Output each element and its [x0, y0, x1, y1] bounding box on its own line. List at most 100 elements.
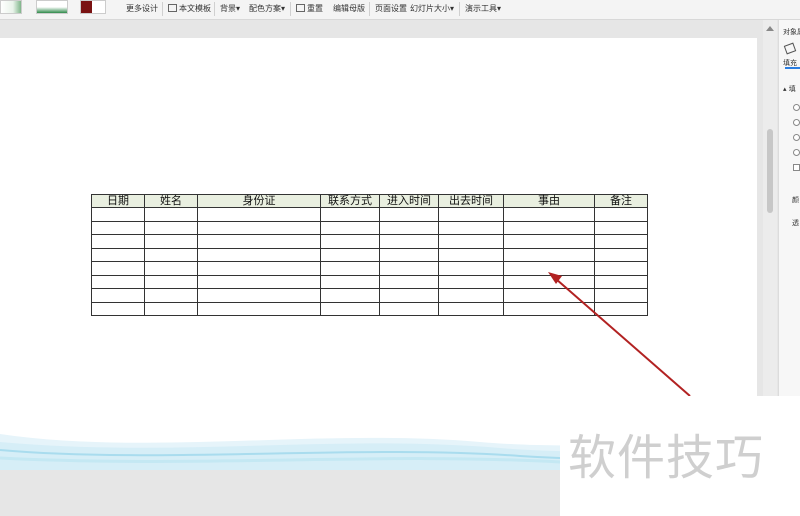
edit-master-button[interactable]: 编辑母版	[333, 4, 365, 14]
slide-size-label: 幻灯片大小	[410, 4, 450, 13]
fill-option-radio-4[interactable]	[793, 149, 800, 156]
header-name[interactable]: 姓名	[144, 194, 198, 208]
table-cell[interactable]	[438, 220, 504, 235]
table-cell[interactable]	[320, 220, 380, 235]
table-cell[interactable]	[379, 274, 439, 289]
table-cell[interactable]	[91, 274, 145, 289]
text-template-button[interactable]: 本文模板	[168, 4, 211, 14]
table-cell[interactable]	[144, 261, 198, 276]
table-cell[interactable]	[594, 247, 648, 262]
scrollbar-thumb[interactable]	[767, 129, 773, 213]
table-cell[interactable]	[438, 207, 504, 222]
slide-size-button[interactable]: 幻灯片大小▾	[410, 4, 454, 14]
toolbar-separator	[162, 2, 163, 16]
table-cell[interactable]	[594, 261, 648, 276]
table-cell[interactable]	[197, 288, 321, 303]
table-cell[interactable]	[438, 288, 504, 303]
header-reason[interactable]: 事由	[503, 194, 595, 208]
table-cell[interactable]	[144, 234, 198, 249]
table-cell[interactable]	[197, 247, 321, 262]
table-cell[interactable]	[379, 220, 439, 235]
table-cell[interactable]	[197, 234, 321, 249]
fill-bucket-icon[interactable]	[783, 42, 797, 55]
table-cell[interactable]	[144, 288, 198, 303]
table-cell[interactable]	[503, 220, 595, 235]
table-cell[interactable]	[320, 261, 380, 276]
table-cell[interactable]	[144, 274, 198, 289]
table-cell[interactable]	[379, 234, 439, 249]
table-cell[interactable]	[379, 261, 439, 276]
table-cell[interactable]	[594, 207, 648, 222]
table-cell[interactable]	[320, 301, 380, 316]
table-cell[interactable]	[438, 274, 504, 289]
table-cell[interactable]	[594, 234, 648, 249]
table-cell[interactable]	[438, 247, 504, 262]
table-cell[interactable]	[503, 207, 595, 222]
reset-icon	[296, 4, 305, 12]
table-cell[interactable]	[197, 207, 321, 222]
table-cell[interactable]	[438, 234, 504, 249]
table-cell[interactable]	[379, 247, 439, 262]
table-body	[91, 207, 648, 316]
table-cell[interactable]	[594, 288, 648, 303]
table-cell[interactable]	[91, 261, 145, 276]
table-cell[interactable]	[91, 288, 145, 303]
present-tools-button[interactable]: 演示工具▾	[465, 4, 501, 14]
table-cell[interactable]	[144, 220, 198, 235]
table-cell[interactable]	[91, 247, 145, 262]
table-cell[interactable]	[379, 301, 439, 316]
header-contact[interactable]: 联系方式	[320, 194, 380, 208]
table-cell[interactable]	[197, 261, 321, 276]
table-cell[interactable]	[320, 207, 380, 222]
table-cell[interactable]	[379, 207, 439, 222]
table-cell[interactable]	[91, 234, 145, 249]
registration-table[interactable]: 日期 姓名 身份证 联系方式 进入时间 出去时间 事由 备注	[91, 194, 648, 316]
table-cell[interactable]	[144, 301, 198, 316]
header-exit-time[interactable]: 出去时间	[438, 194, 504, 208]
table-cell[interactable]	[197, 301, 321, 316]
table-cell[interactable]	[438, 301, 504, 316]
header-date[interactable]: 日期	[91, 194, 145, 208]
table-cell[interactable]	[594, 274, 648, 289]
table-cell[interactable]	[594, 301, 648, 316]
table-cell[interactable]	[503, 274, 595, 289]
table-cell[interactable]	[503, 288, 595, 303]
table-cell[interactable]	[503, 234, 595, 249]
table-cell[interactable]	[503, 261, 595, 276]
workspace-background	[0, 470, 560, 516]
background-button[interactable]: 背景▾	[220, 4, 240, 14]
table-cell[interactable]	[320, 234, 380, 249]
design-thumbnail-1[interactable]	[0, 0, 22, 14]
table-cell[interactable]	[197, 274, 321, 289]
fill-option-checkbox[interactable]	[793, 164, 800, 171]
scroll-up-icon[interactable]	[766, 26, 774, 31]
header-id-card[interactable]: 身份证	[197, 194, 321, 208]
table-cell[interactable]	[197, 220, 321, 235]
color-scheme-button[interactable]: 配色方案▾	[249, 4, 285, 14]
more-design-button[interactable]: 更多设计	[126, 4, 158, 14]
design-thumbnail-2[interactable]	[36, 0, 68, 14]
table-cell[interactable]	[91, 220, 145, 235]
table-cell[interactable]	[438, 261, 504, 276]
table-cell[interactable]	[144, 207, 198, 222]
header-enter-time[interactable]: 进入时间	[379, 194, 439, 208]
table-cell[interactable]	[320, 247, 380, 262]
table-cell[interactable]	[503, 247, 595, 262]
table-cell[interactable]	[379, 288, 439, 303]
fill-option-radio-3[interactable]	[793, 134, 800, 141]
fill-option-radio-2[interactable]	[793, 119, 800, 126]
table-cell[interactable]	[91, 301, 145, 316]
design-thumbnail-3[interactable]	[80, 0, 106, 14]
reset-button[interactable]: 重置	[296, 4, 323, 14]
table-cell[interactable]	[594, 220, 648, 235]
panel-title: 对象属	[783, 28, 800, 36]
table-cell[interactable]	[503, 301, 595, 316]
fill-section-header[interactable]: ▴ 填	[783, 84, 796, 94]
table-cell[interactable]	[91, 207, 145, 222]
table-cell[interactable]	[320, 288, 380, 303]
table-cell[interactable]	[320, 274, 380, 289]
fill-option-radio-1[interactable]	[793, 104, 800, 111]
header-remarks[interactable]: 备注	[594, 194, 648, 208]
table-cell[interactable]	[144, 247, 198, 262]
page-setup-button[interactable]: 页面设置	[375, 4, 407, 14]
